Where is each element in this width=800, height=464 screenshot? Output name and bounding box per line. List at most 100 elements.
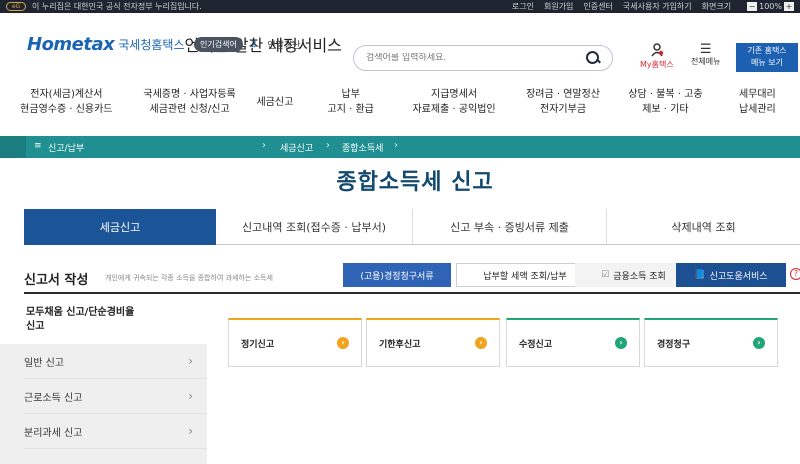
sidebar-item-general[interactable]: 일반 신고 › — [24, 344, 207, 379]
hometax-logo[interactable]: Hometax 국세청홈택스 — [27, 34, 185, 55]
gnb-item-1[interactable]: 국세증명 · 사업자등록세금관련 신청/신고 — [133, 87, 247, 117]
tab-tax-report[interactable]: 세금신고 — [24, 209, 216, 245]
page-title: 종합소득세 신고 — [336, 170, 494, 195]
search-input[interactable] — [366, 53, 586, 63]
help-icon[interactable]: ? — [790, 268, 800, 280]
card-label: 기한후신고 — [379, 339, 421, 350]
report-help-label: 신고도움서비스 — [709, 271, 768, 282]
correction-claim-button[interactable]: (고용)경정청구서류 — [343, 263, 451, 287]
gnb-item-7[interactable]: 세무대리납세관리 — [715, 87, 800, 117]
main-navigation: 전자(세금)계산서 현금영수증 · 신용카드 국세증명 · 사업자등록 세금관련 신청… — [0, 78, 800, 126]
hamburger-icon: ☰ — [699, 42, 712, 57]
signup-link[interactable]: 회원가입 — [544, 1, 573, 12]
card-late-report[interactable]: 기한후신고 › — [366, 318, 500, 367]
menu-icon[interactable]: ≡ — [34, 141, 42, 151]
site-header: Hometax 국세청홈택스 언제든 알찬 세정서비스 인기검색어 2. 연말정… — [0, 13, 800, 75]
gnb-item-line2: 자료제출 · 공익법인 — [412, 104, 496, 115]
logo-brand: Hometax — [27, 33, 115, 55]
tab-deleted-history[interactable]: 삭제내역 조회 — [606, 209, 800, 245]
chevron-right-icon: › — [394, 140, 398, 151]
report-help-button[interactable]: 📘 신고도움서비스 — [676, 263, 786, 287]
finance-income-button[interactable]: ☑ 금융소득 조회 — [575, 263, 692, 287]
arrow-right-icon: › — [615, 337, 627, 349]
cert-center-link[interactable]: 인증센터 — [583, 1, 612, 12]
egov-logo: eG — [6, 2, 26, 11]
popular-label: 인기검색어 — [194, 37, 243, 52]
gnb-item-line2: 제보 · 기타 — [642, 104, 689, 115]
search-box — [353, 45, 613, 71]
logo-org: 국세청홈택스 — [118, 37, 185, 52]
gnb-item-line2: 현금영수증 · 신용카드 — [20, 104, 113, 115]
tab-report-history[interactable]: 신고내역 조회(접수증 · 납부서) — [216, 209, 412, 245]
breadcrumb-level1[interactable]: 신고/납부 — [48, 141, 84, 154]
chevron-right-icon: › — [326, 140, 330, 151]
legacy-label-2: 메뉴 보기 — [751, 58, 783, 67]
card-label: 수정신고 — [519, 339, 553, 350]
login-link[interactable]: 로그인 — [512, 1, 534, 12]
tax-payment-button[interactable]: 납부할 세액 조회/납부 — [456, 263, 594, 287]
popular-keyword[interactable]: 연말정산 — [267, 38, 300, 51]
gnb-item-line1: 국세증명 · 사업자등록 — [143, 89, 236, 100]
card-correction-claim[interactable]: 경정청구 › — [644, 318, 778, 367]
breadcrumb-home-block — [0, 136, 26, 158]
breadcrumb: ≡ 신고/납부 › 세금신고 › 종합소득세 › — [0, 136, 800, 158]
chevron-right-icon: › — [188, 424, 193, 438]
chevron-right-icon: › — [188, 354, 193, 368]
person-icon — [651, 43, 664, 57]
popular-rank: 2. — [250, 39, 260, 50]
gnb-item-line1: 장려금 · 연말정산 — [526, 89, 600, 100]
zoom-level: 100% — [759, 2, 782, 11]
gnb-item-2[interactable]: 세금신고 — [246, 95, 303, 110]
gov-notice: 이 누리집은 대한민국 공식 전자정부 누리집입니다. — [32, 2, 202, 11]
gnb-item-line2: 전자기부금 — [540, 104, 587, 115]
chevron-right-icon: › — [188, 389, 193, 403]
sidebar-item-label: 분리과세 신고 — [24, 427, 83, 439]
breadcrumb-level2[interactable]: 세금신고 — [280, 141, 313, 154]
gnb-item-6[interactable]: 상담 · 불복 · 고충제보 · 기타 — [616, 87, 715, 117]
gnb-item-line1: 세금신고 — [256, 96, 294, 108]
legacy-hometax-button[interactable]: 기존 홈택스 메뉴 보기 — [736, 43, 798, 72]
gnb-item-4[interactable]: 지급명세서자료제출 · 공익법인 — [398, 87, 510, 117]
gnb-item-line1: 상담 · 불복 · 고충 — [628, 89, 703, 100]
popular-keywords: 인기검색어 2. 연말정산 — [194, 37, 301, 52]
gnb-item-line2: 납세관리 — [738, 104, 776, 115]
all-menu-button[interactable]: ☰ 전체메뉴 — [691, 43, 720, 67]
tax-tabs: 세금신고 신고내역 조회(접수증 · 납부서) 신고 부속 · 증빙서류 제출 … — [24, 209, 800, 246]
sidebar-active-line1: 모두채움 신고/단순경비율 — [26, 307, 135, 318]
arrow-right-icon: › — [475, 337, 487, 349]
gnb-item-5[interactable]: 장려금 · 연말정산전자기부금 — [510, 87, 616, 117]
zoom-in-button[interactable]: + — [784, 2, 794, 11]
section-divider — [24, 292, 800, 294]
checkbox-icon: ☑ — [601, 270, 610, 280]
chevron-right-icon: › — [262, 140, 266, 151]
sidebar-item-separate-tax[interactable]: 분리과세 신고 › — [24, 414, 207, 449]
zoom-control: − 100% + — [747, 2, 794, 11]
card-regular-report[interactable]: 정기신고 › — [228, 318, 362, 367]
zoom-out-button[interactable]: − — [747, 2, 758, 11]
card-amended-report[interactable]: 수정신고 › — [506, 318, 640, 367]
sidebar-item-label: 근로소득 신고 — [24, 392, 83, 404]
all-menu-label: 전체메뉴 — [691, 57, 721, 66]
sidebar-item-label: 일반 신고 — [24, 357, 64, 369]
sidebar-item-earned-income[interactable]: 근로소득 신고 › — [24, 379, 207, 414]
report-type-sidebar: 모두채움 신고/단순경비율 신고 일반 신고 › 근로소득 신고 › 분리과세 … — [0, 296, 207, 464]
sidebar-item-simple-report[interactable]: 모두채움 신고/단순경비율 신고 — [24, 296, 207, 344]
report-section-header: 신고서 작성 개인에게 귀속되는 각종 소득을 종합하여 과세하는 소득세 (고… — [24, 263, 800, 288]
search-icon[interactable] — [586, 51, 600, 65]
arrow-right-icon: › — [753, 337, 765, 349]
tax-user-join-link[interactable]: 국세사용자 가입하기 — [623, 1, 692, 12]
gnb-item-3[interactable]: 납부 고지 · 환급 — [303, 87, 398, 117]
screen-size-label: 화면크기 — [701, 2, 732, 11]
tab-attachments[interactable]: 신고 부속 · 증빙서류 제출 — [412, 209, 606, 245]
breadcrumb-level3[interactable]: 종합소득세 — [342, 141, 383, 154]
gnb-item-line2: 세금관련 신청/신고 — [149, 104, 230, 115]
section-description: 개인에게 귀속되는 각종 소득을 종합하여 과세하는 소득세 — [105, 274, 273, 282]
card-label: 경정청구 — [657, 339, 691, 350]
gnb-item-0[interactable]: 전자(세금)계산서 현금영수증 · 신용카드 — [0, 87, 133, 117]
sidebar-active-line2: 신고 — [26, 321, 45, 332]
utility-links: 로그인 회원가입 인증센터 국세사용자 가입하기 화면크기 − 100% + — [512, 1, 794, 12]
gnb-item-line1: 세무대리 — [738, 89, 776, 100]
my-hometax-button[interactable]: My홈택스 — [640, 43, 674, 70]
section-title: 신고서 작성 — [24, 273, 89, 288]
gnb-item-line1: 지급명세서 — [431, 89, 478, 100]
